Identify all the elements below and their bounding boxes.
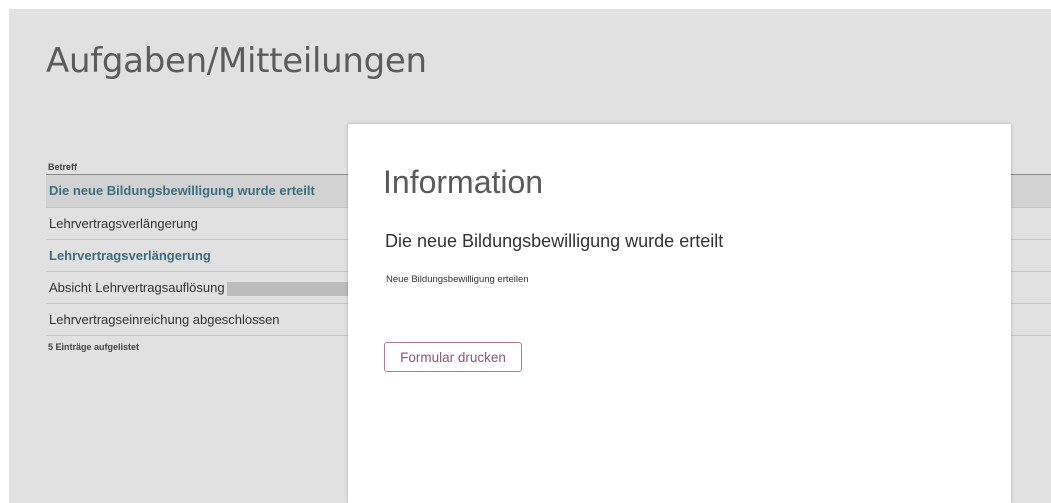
print-form-button[interactable]: Formular drucken [384,342,522,372]
row-subject: Die neue Bildungsbewilligung wurde ertei… [49,183,315,198]
dialog-description: Neue Bildungsbewilligung erteilen [386,274,529,285]
row-subject: Lehrvertragsverlängerung [49,216,198,231]
row-subject: Lehrvertragseinreichung abgeschlossen [49,312,280,327]
page-title: Aufgaben/Mitteilungen [46,41,427,81]
row-subject: Lehrvertragsverlängerung [49,248,211,263]
row-subject: Absicht Lehrvertragsauflösung [49,280,225,295]
dialog-subtitle: Die neue Bildungsbewilligung wurde ertei… [385,231,724,251]
dialog-title: Information [383,164,544,200]
information-dialog: Information Die neue Bildungsbewilligung… [348,124,1011,503]
